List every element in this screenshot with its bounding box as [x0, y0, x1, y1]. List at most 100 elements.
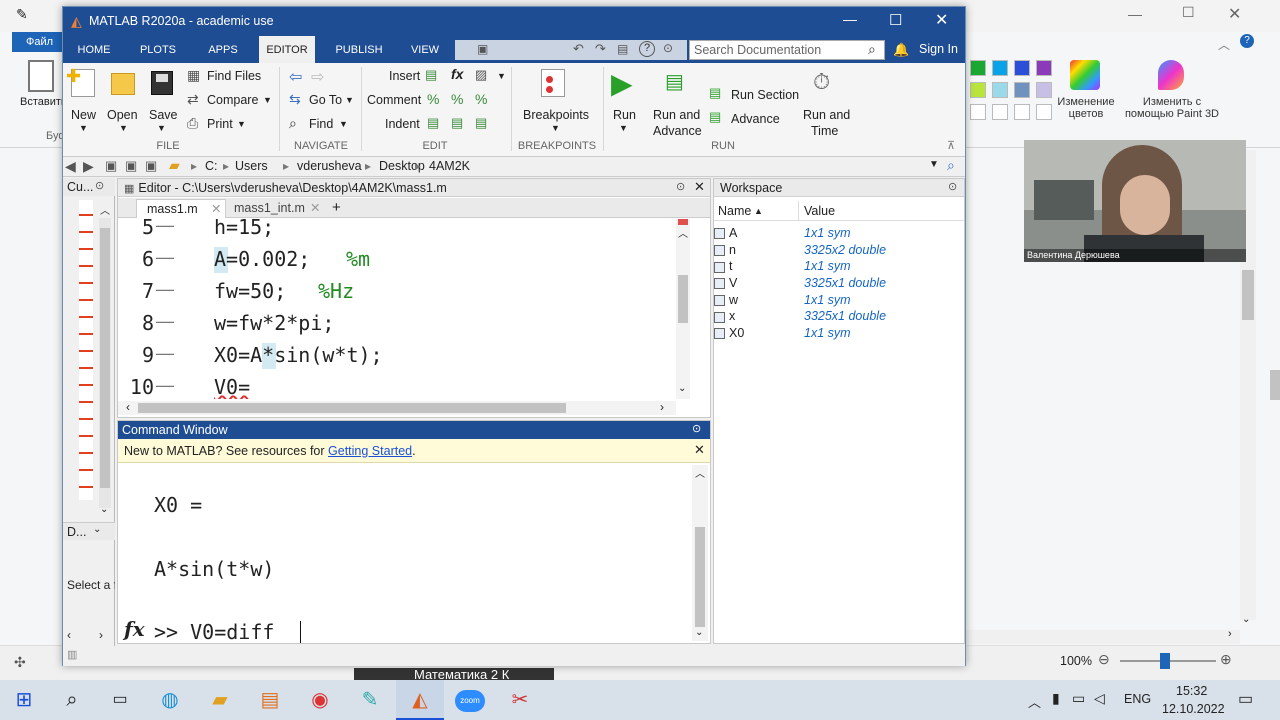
chevron-down-icon[interactable]: ▼ — [497, 71, 506, 81]
zoom-slider[interactable] — [1120, 653, 1216, 669]
folder-hscroll[interactable]: ‹ › — [63, 628, 115, 644]
close-tab-icon[interactable]: ✕ — [211, 200, 221, 218]
run-time-label-2[interactable]: Time — [811, 124, 838, 138]
tab-mass1-int[interactable]: mass1_int.m ✕ — [228, 199, 324, 218]
run-time-icon[interactable]: ⏱ — [813, 69, 830, 95]
chevron-down-icon[interactable]: ⊙ — [663, 41, 673, 55]
close-banner-icon[interactable]: ✕ — [694, 442, 705, 458]
color-swatch[interactable] — [1036, 60, 1052, 76]
edit-colors-label[interactable]: Изменение цветов — [1056, 96, 1116, 120]
color-swatch[interactable] — [992, 82, 1008, 98]
chevron-up-icon[interactable]: ︿ — [100, 202, 110, 217]
column-name[interactable]: Name — [718, 201, 751, 221]
uncomment-icon[interactable]: % — [451, 91, 463, 107]
workspace-row[interactable]: w 1x1 sym — [714, 292, 964, 309]
chevron-right-icon[interactable]: › — [99, 628, 103, 642]
find-files-button[interactable]: Find Files — [207, 69, 261, 83]
paint-minimize-icon[interactable]: — — [1128, 6, 1142, 22]
paint-app-icon[interactable]: ✎ — [346, 680, 394, 720]
chevron-left-icon[interactable]: ‹ — [67, 628, 71, 642]
sign-in-link[interactable]: Sign In — [919, 42, 958, 56]
chrome-icon[interactable]: ◉ — [296, 680, 344, 720]
color-swatch[interactable] — [1036, 104, 1052, 120]
paint-close-icon[interactable]: ✕ — [1228, 4, 1241, 24]
path-crumb[interactable]: 4AM2K — [429, 159, 470, 173]
command-prompt[interactable]: >> V0=diff — [154, 620, 274, 644]
getting-started-link[interactable]: Getting Started — [328, 444, 412, 458]
goto-button[interactable]: Go To — [309, 93, 342, 107]
new-button[interactable]: New — [71, 108, 96, 122]
paint-maximize-icon[interactable]: ☐ — [1182, 4, 1195, 21]
search-icon[interactable]: ⌕ — [868, 41, 876, 58]
breakpoints-button[interactable]: Breakpoints — [523, 108, 589, 122]
editor-vscroll[interactable]: ︿ ⌄ — [676, 219, 690, 399]
chevron-left-icon[interactable]: ‹ — [126, 400, 130, 414]
forward-arrow-icon[interactable]: ⇨ — [311, 67, 324, 87]
color-swatch[interactable] — [1014, 104, 1030, 120]
zoom-out-icon[interactable]: ⊖ — [1098, 651, 1110, 668]
collapse-ribbon-icon[interactable]: ⊼ — [947, 139, 955, 152]
scroll-thumb[interactable] — [100, 228, 110, 488]
search-box[interactable]: Search Documentation ⌕ — [689, 40, 885, 60]
panel-menu-icon[interactable]: ⊙ — [692, 422, 701, 435]
comment-button[interactable]: Comment — [367, 93, 421, 107]
indent-button[interactable]: Indent — [385, 117, 420, 131]
search-icon[interactable]: ⌕ — [48, 680, 96, 720]
current-folder-title[interactable]: Cu... — [63, 178, 115, 196]
workspace-row[interactable]: t 1x1 sym — [714, 258, 964, 275]
paint3d-label[interactable]: Изменить с помощью Paint 3D — [1124, 96, 1220, 120]
save-disk-icon[interactable] — [151, 71, 173, 95]
volume-icon[interactable]: ◁ — [1094, 690, 1105, 707]
add-tab-icon[interactable]: + — [332, 199, 341, 216]
back-arrow-icon[interactable]: ⇦ — [289, 67, 302, 87]
switch-windows-icon[interactable]: ▤ — [617, 42, 628, 56]
wrap-comment-icon[interactable]: % — [475, 91, 487, 107]
file-list-icons[interactable] — [79, 200, 93, 500]
undo-icon[interactable]: ↶ — [573, 41, 584, 57]
chevron-down-icon[interactable]: ▼ — [619, 123, 628, 133]
panel-menu-icon[interactable]: ⊙ — [948, 180, 957, 193]
run-button[interactable]: Run — [613, 108, 636, 122]
tab-editor[interactable]: EDITOR — [259, 36, 315, 63]
paste-label[interactable]: Вставить — [20, 96, 67, 108]
language-indicator[interactable]: ENG — [1124, 692, 1151, 706]
tab-plots[interactable]: PLOTS — [135, 36, 181, 63]
color-swatch[interactable] — [970, 104, 986, 120]
matlab-taskbar-icon[interactable]: ◭ — [396, 680, 444, 720]
column-value[interactable]: Value — [804, 201, 835, 221]
chevron-up-icon[interactable]: ︿ — [1028, 692, 1041, 711]
chevron-down-icon[interactable]: ▼ — [237, 119, 246, 129]
run-icon[interactable]: ▶ — [611, 67, 633, 100]
scroll-thumb[interactable] — [138, 403, 566, 413]
battery-icon[interactable]: ▮ — [1052, 690, 1060, 707]
tab-mass1[interactable]: mass1.m ✕ — [136, 199, 226, 218]
network-icon[interactable]: ▭ — [1072, 690, 1085, 707]
panel-menu-icon[interactable]: ⊙ — [95, 179, 104, 192]
chevron-down-icon[interactable]: ⌄ — [695, 627, 703, 638]
run-advance-label-1[interactable]: Run and — [653, 108, 700, 122]
compare-button[interactable]: Compare — [207, 93, 258, 107]
notification-bell-icon[interactable]: 🔔 — [893, 42, 909, 58]
outdent-icon[interactable]: ▤ — [475, 115, 487, 131]
clock-time[interactable]: 15:32 — [1176, 684, 1207, 698]
files-app-icon[interactable]: ▤ — [246, 680, 294, 720]
run-section-button[interactable]: Run Section — [731, 88, 799, 102]
run-time-label-1[interactable]: Run and — [803, 108, 850, 122]
forward-icon[interactable]: ▶ — [83, 158, 94, 175]
close-editor-icon[interactable]: ✕ — [694, 179, 705, 195]
editor-hscroll[interactable]: ‹ › — [118, 400, 676, 415]
path-crumb[interactable]: Users — [235, 159, 268, 173]
workspace-row[interactable]: A 1x1 sym — [714, 225, 964, 242]
chevron-down-icon[interactable]: ▼ — [551, 123, 560, 133]
chevron-right-icon[interactable]: › — [1228, 628, 1232, 640]
zoom-thumb[interactable] — [1160, 653, 1170, 669]
find-button[interactable]: Find — [309, 117, 333, 131]
breakpoints-icon[interactable] — [541, 69, 565, 97]
windows-start-icon[interactable]: ⊞ — [0, 680, 48, 720]
save-button[interactable]: Save — [149, 108, 178, 122]
chevron-up-icon[interactable]: ︿ — [695, 465, 705, 480]
chevron-down-icon[interactable]: ▼ — [339, 119, 348, 129]
comment-icon[interactable]: % — [427, 91, 439, 107]
tab-view[interactable]: VIEW — [403, 36, 447, 63]
paint-quick-icon[interactable]: ✎ — [16, 6, 28, 23]
